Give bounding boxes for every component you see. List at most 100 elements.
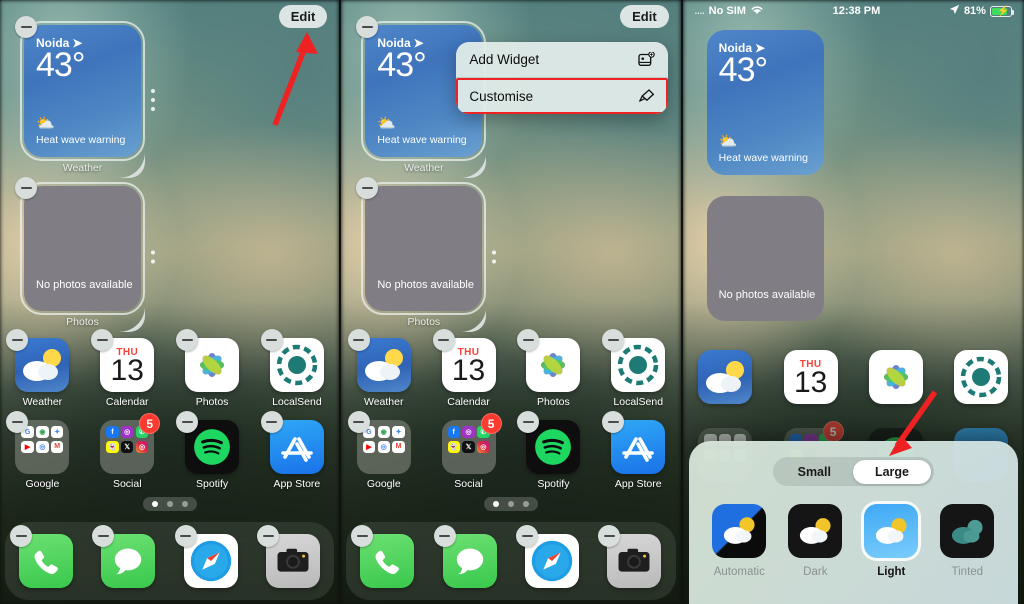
remove-app-button[interactable] — [257, 525, 280, 547]
segment-small[interactable]: Small — [776, 460, 853, 484]
widget-stack-dots[interactable] — [151, 250, 155, 264]
photos-widget-container[interactable]: No photos available Photos — [356, 177, 497, 328]
widget-stack-dots[interactable] — [151, 88, 155, 111]
app-spotify[interactable]: Spotify — [511, 411, 596, 490]
menu-item-add-widget[interactable]: Add Widget — [456, 42, 668, 77]
dock-app-messages[interactable] — [433, 525, 497, 588]
photos-empty-text: No photos available — [718, 289, 816, 302]
remove-app-button[interactable] — [176, 411, 199, 433]
paintbrush-icon — [638, 88, 655, 104]
calendar-app-icon[interactable]: THU 13 — [783, 350, 838, 404]
carrier-label: No SIM — [708, 5, 746, 17]
dock-app-safari[interactable] — [516, 525, 580, 588]
dock-app-phone[interactable] — [351, 525, 415, 588]
page-indicator[interactable] — [483, 497, 538, 511]
weather-warning: Heat wave warning — [36, 134, 126, 146]
status-time: 12:38 PM — [832, 5, 881, 17]
page-indicator[interactable] — [142, 497, 197, 511]
edit-button[interactable]: Edit — [620, 5, 669, 28]
edit-button[interactable]: Edit — [278, 5, 328, 28]
app-photos[interactable] — [853, 350, 938, 404]
remove-app-button[interactable] — [433, 525, 456, 547]
remove-widget-button[interactable] — [15, 16, 37, 38]
app-photos[interactable]: Photos — [170, 329, 255, 408]
app-localsend[interactable]: LocalSend — [596, 329, 681, 408]
battery-icon: ⚡ — [989, 5, 1014, 17]
app-weather[interactable]: Weather — [0, 329, 85, 408]
weather-widget[interactable]: Noida ➤ 43° ⛅ Heat wave warning — [20, 21, 145, 161]
weather-app-icon[interactable] — [698, 350, 753, 404]
app-app-store[interactable]: App Store — [596, 411, 681, 490]
folder-social[interactable]: f ◎ ✆ 👻 𝕏 ◎ 5 Social — [85, 413, 170, 490]
app-label: Calendar — [105, 396, 149, 408]
remove-app-button[interactable] — [347, 329, 370, 351]
folder-google[interactable]: G ◉ ✦ ▶ ◎ M Google — [0, 411, 85, 490]
dock-app-camera[interactable] — [598, 525, 662, 588]
weather-widget-label: Weather — [62, 162, 103, 174]
widget-stack-dots[interactable] — [492, 250, 497, 264]
remove-app-button[interactable] — [516, 525, 539, 547]
status-bar: .... No SIM 12:38 PM 81% ⚡ — [683, 0, 1024, 22]
remove-app-button[interactable] — [10, 525, 33, 547]
photos-widget-container[interactable]: No photos available — [706, 196, 824, 321]
app-grid-row-1: Weather THU 13 Calendar Photos LocalSend — [0, 329, 339, 408]
app-weather[interactable] — [683, 350, 768, 404]
dock-app-messages[interactable] — [92, 525, 156, 588]
weather-icon-tinted — [940, 504, 995, 558]
app-label: Social — [112, 478, 142, 490]
appearance-options: Automatic Dark Light Tinted — [712, 504, 995, 578]
sun-behind-cloud-icon: ⛅ — [36, 115, 55, 132]
remove-app-button[interactable] — [347, 411, 370, 433]
localsend-app-icon[interactable] — [954, 350, 1009, 404]
segment-large[interactable]: Large — [852, 459, 932, 484]
photos-widget[interactable]: No photos available — [361, 182, 487, 315]
dock — [5, 522, 335, 600]
app-spotify[interactable]: Spotify — [170, 411, 255, 490]
screenshot-root: Edit Noida ➤ 43° ⛅ Heat wave warning Weat… — [0, 0, 1024, 604]
app-label: LocalSend — [272, 396, 322, 408]
app-calendar[interactable]: THU 13 — [768, 350, 853, 404]
remove-widget-button[interactable] — [15, 177, 37, 199]
app-calendar[interactable]: THU 13 Calendar — [426, 329, 511, 408]
app-label: Photos — [195, 396, 229, 408]
app-localsend[interactable]: LocalSend — [254, 329, 339, 408]
appearance-option-tinted[interactable]: Tinted — [940, 504, 995, 578]
folder-social[interactable]: f ◎ ✆ 👻 𝕏 ◎ 5 Social — [426, 413, 511, 490]
dock-app-phone[interactable] — [10, 525, 74, 588]
app-app-store[interactable]: App Store — [254, 411, 339, 490]
weather-widget[interactable]: Noida ➤ 43° ⛅ Heat wave warning — [706, 30, 824, 175]
dock-app-safari[interactable] — [174, 525, 238, 588]
panel-appearance-sheet: .... No SIM 12:38 PM 81% ⚡ Noida ➤ 43° ⛅… — [682, 0, 1024, 604]
weather-icon-light — [864, 504, 919, 558]
weather-widget-container[interactable]: Noida ➤ 43° ⛅ Heat wave warning — [706, 30, 824, 175]
appearance-option-light[interactable]: Light — [864, 504, 919, 578]
menu-item-customise[interactable]: Customise — [456, 78, 669, 114]
app-photos[interactable]: Photos — [511, 329, 596, 408]
dock-app-camera[interactable] — [257, 525, 321, 588]
app-localsend[interactable] — [939, 350, 1024, 404]
photos-app-icon[interactable] — [868, 350, 923, 404]
photos-widget[interactable]: No photos available — [20, 182, 145, 315]
folder-google[interactable]: G ◉ ✦ ▶ ◎ M Google — [341, 411, 426, 490]
remove-app-button[interactable] — [174, 525, 197, 547]
menu-item-label: Add Widget — [469, 52, 540, 67]
app-calendar[interactable]: THU 13 Calendar — [85, 329, 170, 408]
app-label: App Store — [614, 478, 662, 490]
weather-widget-container[interactable]: Noida ➤ 43° ⛅ Heat wave warning Weather — [15, 16, 155, 174]
remove-app-button[interactable] — [176, 329, 199, 351]
appearance-option-dark[interactable]: Dark — [788, 504, 843, 578]
photos-widget-container[interactable]: No photos available Photos — [15, 177, 155, 328]
remove-app-button[interactable] — [260, 411, 283, 433]
remove-app-button[interactable] — [260, 329, 283, 351]
appearance-label: Tinted — [951, 566, 984, 578]
appearance-option-automatic[interactable]: Automatic — [712, 504, 767, 578]
sun-behind-cloud-icon: ⛅ — [377, 115, 397, 132]
photos-widget[interactable]: No photos available — [706, 196, 824, 321]
widget-context-menu: Add Widget Customise — [456, 42, 669, 114]
photos-empty-text: No photos available — [36, 279, 133, 292]
weather-widget-label: Weather — [404, 162, 444, 174]
size-segmented-control[interactable]: Small Large — [773, 457, 934, 486]
photos-empty-text: No photos available — [377, 279, 474, 292]
app-weather[interactable]: Weather — [341, 329, 426, 408]
remove-app-button[interactable] — [432, 329, 455, 351]
